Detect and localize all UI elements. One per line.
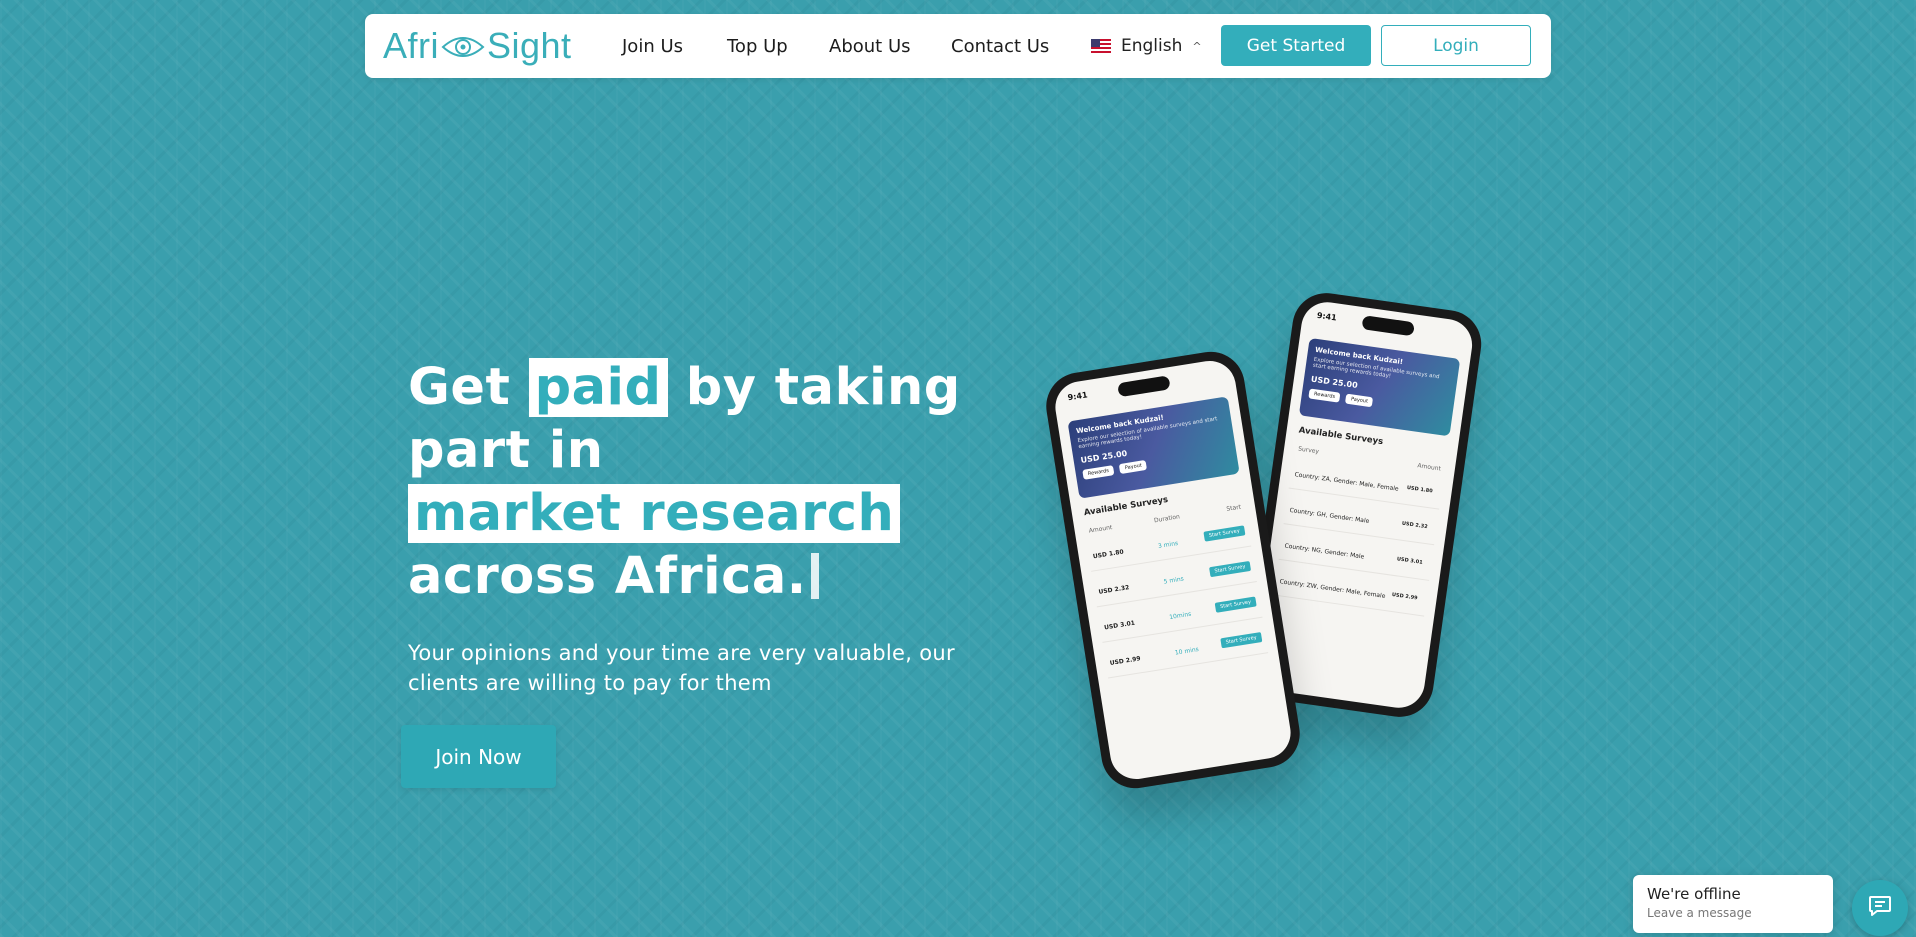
hero-title-line2: part in [408,421,604,480]
header-start: Start [1225,503,1242,513]
nav-top-up[interactable]: Top Up [727,36,788,57]
logo-text-left: Afri [383,25,439,66]
afrisight-logo[interactable]: Afri Sight [383,24,572,68]
language-selector[interactable]: English ^ [1091,36,1202,56]
phone-mockup-front: 9:41 Welcome back Kudzai! Explore our se… [1041,346,1305,794]
status-time: 9:41 [1067,390,1089,403]
nav-contact-us[interactable]: Contact Us [951,36,1049,57]
nav-join-us[interactable]: Join Us [622,36,683,57]
payout-pill: Payout [1119,459,1148,474]
start-survey-button: Start Survey [1214,596,1257,613]
dynamic-island [1361,315,1415,337]
chat-offline-box[interactable]: We're offline Leave a message [1633,875,1833,933]
status-time: 9:41 [1316,310,1338,323]
nav-about-us[interactable]: About Us [829,36,911,57]
login-button[interactable]: Login [1381,25,1531,66]
hero-title-mid: by taking [685,358,961,417]
join-now-button[interactable]: Join Now [401,725,556,788]
hero-highlight-market-research: market research [408,484,901,543]
us-flag-icon [1091,39,1111,53]
chat-title: We're offline [1647,885,1741,903]
logo-text-right: Sight [487,25,572,66]
hero-title-line4: across Africa. [408,547,807,606]
chat-button[interactable] [1852,880,1908,936]
available-surveys-title: Available Surveys [1083,494,1169,519]
header-amount: Amount [1088,524,1113,535]
payout-pill: Payout [1345,393,1374,408]
hero-title: Get paid by taking part in market resear… [408,356,961,608]
hero-highlight-paid: paid [528,358,668,417]
hero-title-pre: Get [408,358,511,417]
typing-cursor [810,553,819,599]
phone-screen-front: 9:41 Welcome back Kudzai! Explore our se… [1051,357,1295,783]
chevron-up-icon: ^ [1192,39,1202,53]
rewards-pill: Rewards [1082,465,1115,480]
language-label: English [1121,36,1183,56]
dynamic-island [1117,375,1171,398]
rewards-pill: Rewards [1308,388,1341,403]
chat-subtitle: Leave a message [1647,906,1752,920]
balance-card: Welcome back Kudzai! Explore our selecti… [1067,396,1240,499]
header-amount: Amount [1416,462,1442,473]
hero-subtitle: Your opinions and your time are very val… [408,641,955,695]
header-survey: Survey [1297,445,1320,456]
navbar: Afri Sight Join Us Top Up About Us Conta… [365,14,1551,78]
chat-icon [1868,895,1892,921]
start-survey-button: Start Survey [1208,560,1252,578]
balance-card: Welcome back Kudzai! Explore our selecti… [1298,337,1461,437]
start-survey-button: Start Survey [1220,632,1263,649]
get-started-button[interactable]: Get Started [1221,25,1371,66]
available-surveys-title: Available Surveys [1298,425,1384,448]
logo-eye-icon [441,30,485,62]
start-survey-button: Start Survey [1203,525,1246,542]
header-duration: Duration [1153,513,1181,525]
